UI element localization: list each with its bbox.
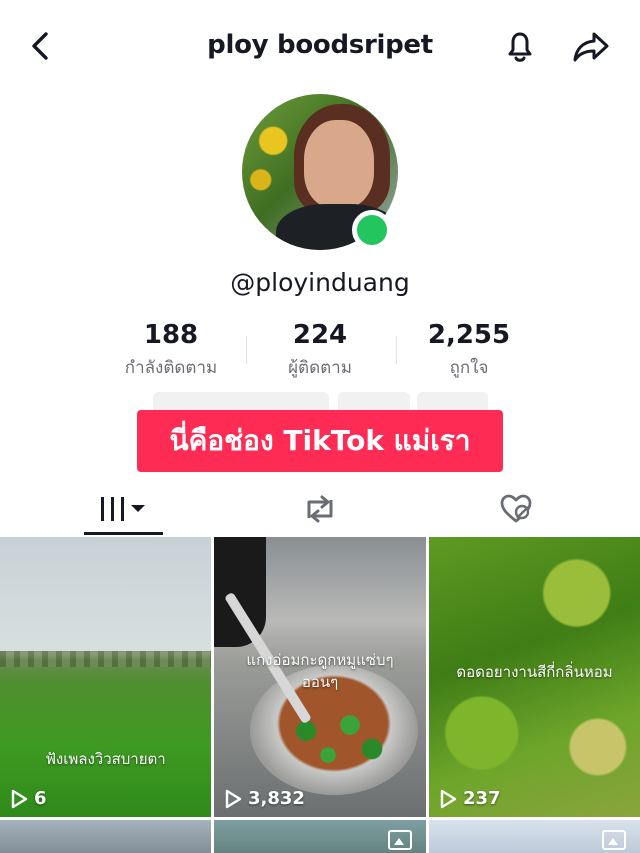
- video-thumbnail[interactable]: [0, 820, 211, 853]
- page-title: ploy boodsripet: [207, 30, 433, 60]
- view-count-text: 237: [463, 788, 501, 809]
- stat-likes-value: 2,255: [427, 320, 511, 350]
- online-status-dot: [352, 210, 392, 250]
- repost-icon: [307, 495, 333, 523]
- stat-likes[interactable]: 2,255 ถูกใจ: [394, 320, 544, 381]
- chevron-left-icon: [32, 32, 48, 60]
- video-thumbnail[interactable]: [429, 820, 640, 853]
- video-caption: ดอดอยางานสีกี่กลิ่นหอม: [456, 663, 613, 681]
- video-thumbnail[interactable]: ฟังเพลงวิวสบายตา 6: [0, 537, 211, 817]
- video-caption: แกงอ่อมกะดูกหมูแซ่บๆ ออนๆ: [246, 651, 394, 691]
- stat-followers-label: ผู้ติดตาม: [288, 358, 352, 378]
- play-icon: [225, 789, 242, 808]
- tab-videos[interactable]: [84, 484, 163, 534]
- bell-icon: [508, 32, 532, 62]
- tab-selected-indicator: [84, 532, 163, 535]
- profile-username: @ployinduang: [230, 268, 410, 297]
- video-thumbnail[interactable]: แกงอ่อมกะดูกหมูแซ่บๆ ออนๆ 3,832: [214, 537, 426, 817]
- grid-videos-icon: [100, 497, 145, 521]
- play-icon: [11, 789, 28, 808]
- video-grid: ฟังเพลงวิวสบายตา 6 แกงอ่อมกะดูกหมูแซ่บๆ …: [0, 537, 640, 853]
- stat-likes-label: ถูกใจ: [449, 358, 489, 378]
- avatar[interactable]: [242, 94, 398, 250]
- tab-liked[interactable]: [486, 484, 546, 534]
- play-icon: [440, 789, 457, 808]
- liked-hidden-icon: [500, 494, 532, 523]
- video-view-count: 6: [10, 788, 47, 809]
- overlay-banner: นี่คือช่อง TikTok แม่เรา: [137, 410, 503, 472]
- video-caption: ฟังเพลงวิวสบายตา: [45, 750, 166, 768]
- video-view-count: 237: [439, 788, 501, 809]
- photo-post-icon: [602, 830, 626, 850]
- stat-following-label: กำลังติดตาม: [124, 358, 218, 378]
- stat-followers[interactable]: 224 ผู้ติดตาม: [245, 320, 395, 381]
- view-count-text: 3,832: [248, 788, 305, 809]
- tab-reposts[interactable]: [290, 484, 350, 534]
- share-button[interactable]: [570, 26, 612, 66]
- view-count-text: 6: [34, 788, 47, 809]
- share-arrow-icon: [573, 32, 609, 62]
- profile-stats: 188 กำลังติดตาม 224 ผู้ติดตาม 2,255 ถูกใ…: [96, 320, 544, 384]
- photo-post-icon: [388, 830, 412, 850]
- video-thumbnail[interactable]: [214, 820, 426, 853]
- profile-tabs: [0, 478, 640, 536]
- back-button[interactable]: [24, 28, 60, 64]
- video-view-count: 3,832: [224, 788, 305, 809]
- stat-followers-value: 224: [292, 320, 348, 350]
- stat-following[interactable]: 188 กำลังติดตาม: [96, 320, 246, 381]
- video-thumbnail[interactable]: ดอดอยางานสีกี่กลิ่นหอม 237: [429, 537, 640, 817]
- stat-following-value: 188: [143, 320, 199, 350]
- top-bar: ploy boodsripet: [0, 0, 640, 92]
- notifications-button[interactable]: [500, 26, 540, 66]
